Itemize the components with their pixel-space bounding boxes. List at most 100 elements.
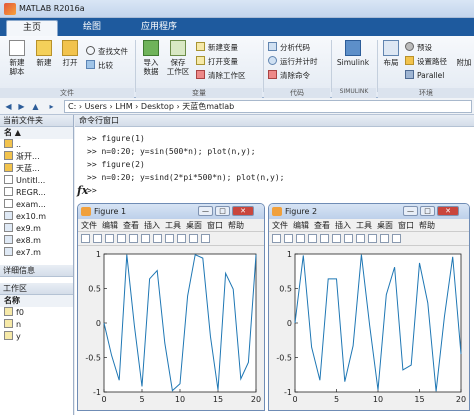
save-icon[interactable] — [105, 234, 114, 243]
menu-view[interactable]: 查看 — [314, 221, 330, 230]
data-cursor-icon[interactable] — [380, 234, 389, 243]
zoom-in-icon[interactable] — [141, 234, 150, 243]
new-button[interactable]: 新建 — [32, 40, 56, 67]
rotate-icon[interactable] — [177, 234, 186, 243]
save-workspace-button[interactable]: 保存 工作区 — [165, 40, 191, 76]
list-item[interactable]: ex8.m — [0, 235, 73, 247]
menu-edit[interactable]: 编辑 — [293, 221, 309, 230]
open-button[interactable]: 打开 — [58, 40, 82, 67]
list-item-label: ex10.m — [16, 212, 47, 221]
find-files-button[interactable]: 查找文件 — [86, 46, 128, 57]
find-files-label: 查找文件 — [98, 47, 128, 56]
list-item-label: 渐开... — [16, 152, 40, 161]
list-item[interactable]: exam... — [0, 199, 73, 211]
new-variable-button[interactable]: 新建变量 — [196, 42, 238, 53]
workspace-column-header: 名称 — [0, 295, 73, 307]
parallel-button[interactable]: Parallel — [405, 70, 444, 81]
tab-apps[interactable]: 应用程序 — [126, 20, 192, 36]
plot-area[interactable]: 0 5 10 15 20 -1 -0.5 0 0.5 1 — [78, 246, 265, 411]
menu-help[interactable]: 帮助 — [419, 221, 435, 230]
axes-box — [294, 253, 462, 393]
tab-plots[interactable]: 绘图 — [66, 20, 118, 36]
m-file-icon — [4, 235, 13, 244]
new-figure-icon[interactable] — [81, 234, 90, 243]
list-item[interactable]: ex10.m — [0, 211, 73, 223]
menu-tools[interactable]: 工具 — [356, 221, 372, 230]
zoom-out-icon[interactable] — [153, 234, 162, 243]
clear-workspace-button[interactable]: 清除工作区 — [196, 70, 246, 81]
minimize-button[interactable]: — — [403, 206, 418, 216]
back-arrow-icon[interactable]: ◀ — [3, 101, 14, 112]
list-item[interactable]: 天蓝... — [0, 163, 73, 175]
menu-desktop[interactable]: 桌面 — [377, 221, 393, 230]
tab-home[interactable]: 主页 — [6, 20, 58, 36]
clear-commands-button[interactable]: 清除命令 — [268, 70, 310, 81]
list-item[interactable]: REGR... — [0, 187, 73, 199]
up-folder-icon[interactable]: ▲ — [30, 101, 41, 112]
menu-file[interactable]: 文件 — [272, 221, 288, 230]
print-icon[interactable] — [308, 234, 317, 243]
open-file-icon[interactable] — [284, 234, 293, 243]
open-variable-button[interactable]: 打开变量 — [196, 56, 238, 67]
minimize-button[interactable]: — — [198, 206, 213, 216]
current-folder-path[interactable]: C: › Users › LHM › Desktop › 天蓝色matlab — [64, 100, 472, 113]
menu-window[interactable]: 窗口 — [398, 221, 414, 230]
list-item[interactable]: ex9.m — [0, 223, 73, 235]
menu-window[interactable]: 窗口 — [207, 221, 223, 230]
import-data-button[interactable]: 导入 数据 — [139, 40, 163, 76]
list-item[interactable]: .. — [0, 139, 73, 151]
colorbar-icon[interactable] — [201, 234, 210, 243]
figure-window-1[interactable]: Figure 1 — □ ✕ 文件 编辑 查看 插入 工具 桌面 窗口 帮助 0 5 10 15 20… — [77, 203, 265, 411]
print-icon[interactable] — [117, 234, 126, 243]
menu-help[interactable]: 帮助 — [228, 221, 244, 230]
close-button[interactable]: ✕ — [437, 206, 459, 216]
command-prompt[interactable]: >> — [87, 186, 97, 195]
close-button[interactable]: ✕ — [232, 206, 254, 216]
new-figure-icon[interactable] — [272, 234, 281, 243]
menu-desktop[interactable]: 桌面 — [186, 221, 202, 230]
menu-file[interactable]: 文件 — [81, 221, 97, 230]
layout-button[interactable]: 布局 — [380, 40, 402, 67]
preferences-button[interactable]: 预设 — [405, 42, 432, 53]
simulink-button[interactable]: Simulink — [335, 40, 371, 67]
menu-edit[interactable]: 编辑 — [102, 221, 118, 230]
menu-view[interactable]: 查看 — [123, 221, 139, 230]
fx-icon[interactable]: fx — [77, 184, 88, 197]
workspace-var[interactable]: f0 — [0, 307, 73, 319]
list-item[interactable]: Untitl... — [0, 175, 73, 187]
add-ons-button[interactable]: 附加 — [454, 58, 474, 67]
workspace-var[interactable]: y — [0, 331, 73, 343]
new-script-label: 新建 脚本 — [9, 58, 25, 76]
compare-button[interactable]: 比较 — [86, 60, 113, 71]
analyze-code-button[interactable]: 分析代码 — [268, 42, 310, 53]
pan-icon[interactable] — [356, 234, 365, 243]
browse-folder-icon[interactable]: ▸ — [46, 101, 57, 112]
figure-window-2[interactable]: Figure 2 — □ ✕ 文件 编辑 查看 插入 工具 桌面 窗口 帮助 0 5 10 15 20… — [268, 203, 470, 411]
rotate-icon[interactable] — [368, 234, 377, 243]
data-cursor-icon[interactable] — [189, 234, 198, 243]
new-script-button[interactable]: 新建 脚本 — [4, 40, 30, 76]
colorbar-icon[interactable] — [392, 234, 401, 243]
set-path-button[interactable]: 设置路径 — [405, 56, 447, 67]
list-item[interactable]: ex7.m — [0, 247, 73, 259]
workspace-var[interactable]: n — [0, 319, 73, 331]
plot-area[interactable]: 0 5 10 15 20 -1 -0.5 0 0.5 1 — [269, 246, 470, 411]
menu-insert[interactable]: 插入 — [144, 221, 160, 230]
forward-arrow-icon[interactable]: ▶ — [16, 101, 27, 112]
details-panel-title[interactable]: 详细信息 — [0, 265, 73, 277]
menu-insert[interactable]: 插入 — [335, 221, 351, 230]
pointer-icon[interactable] — [129, 234, 138, 243]
maximize-button[interactable]: □ — [215, 206, 230, 216]
y-tick-label: 1 — [287, 250, 292, 259]
figure-toolbar — [269, 232, 469, 246]
maximize-button[interactable]: □ — [420, 206, 435, 216]
save-icon[interactable] — [296, 234, 305, 243]
zoom-out-icon[interactable] — [344, 234, 353, 243]
run-and-time-button[interactable]: 运行并计时 — [268, 56, 318, 67]
zoom-in-icon[interactable] — [332, 234, 341, 243]
open-file-icon[interactable] — [93, 234, 102, 243]
pan-icon[interactable] — [165, 234, 174, 243]
menu-tools[interactable]: 工具 — [165, 221, 181, 230]
pointer-icon[interactable] — [320, 234, 329, 243]
list-item[interactable]: 渐开... — [0, 151, 73, 163]
